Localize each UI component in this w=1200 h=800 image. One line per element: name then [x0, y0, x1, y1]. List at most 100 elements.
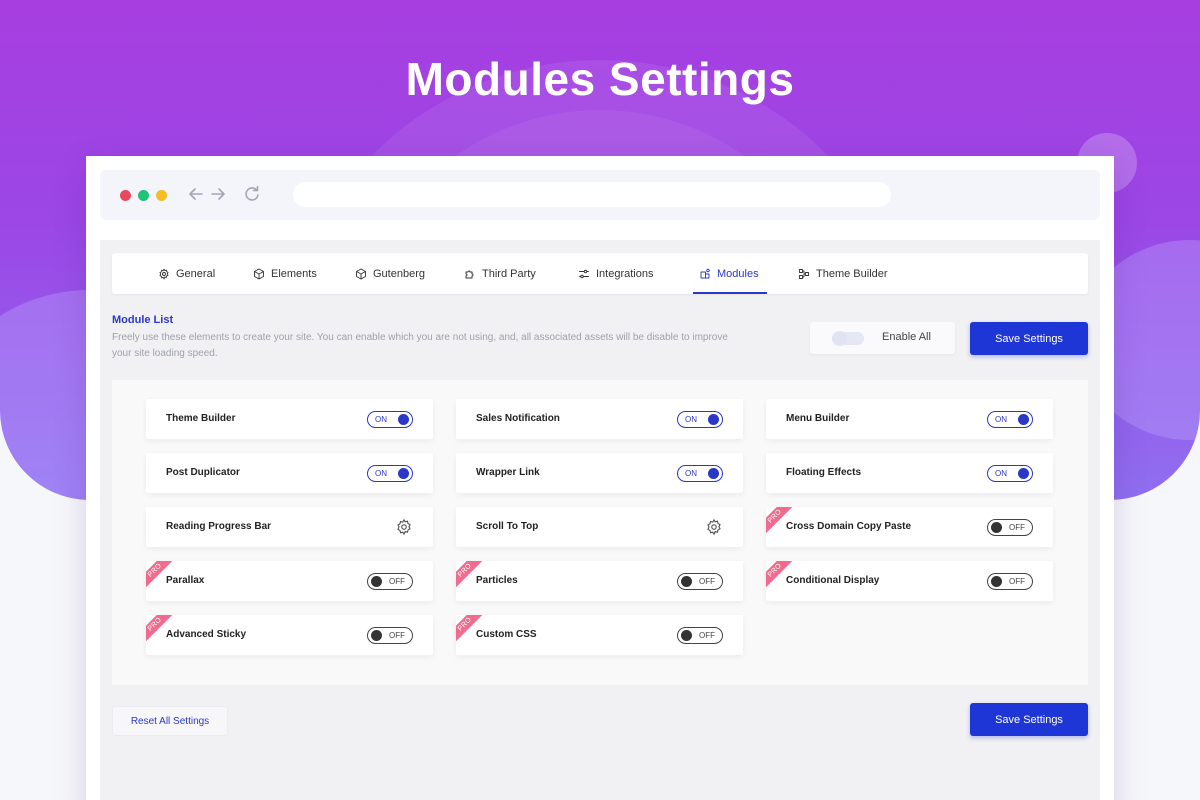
module-name: Advanced Sticky — [166, 629, 247, 640]
toggle-knob — [708, 414, 719, 425]
settings-tabs: General Elements Gutenberg Third Party I… — [112, 253, 1088, 294]
toggle-knob — [398, 414, 409, 425]
module-card-scroll-to-top: Scroll To Top — [456, 507, 743, 547]
forward-arrow-icon[interactable] — [208, 184, 228, 204]
reset-all-settings-button[interactable]: Reset All Settings — [112, 706, 228, 736]
module-name: Sales Notification — [476, 413, 560, 424]
toggle-knob — [991, 522, 1002, 533]
module-card-conditional-display: PRO Conditional Display OFF — [766, 561, 1053, 601]
flow-icon — [798, 268, 810, 280]
module-card-advanced-sticky: PRO Advanced Sticky OFF — [146, 615, 433, 655]
gear-icon[interactable] — [395, 518, 413, 536]
tab-label: Modules — [717, 267, 759, 280]
toggle-state: OFF — [699, 631, 715, 640]
toggle-state: ON — [375, 469, 387, 478]
toggle-state: OFF — [1009, 523, 1025, 532]
module-toggle[interactable]: ON — [987, 411, 1033, 428]
tab-third-party[interactable]: Third Party — [464, 253, 536, 294]
tab-theme-builder[interactable]: Theme Builder — [798, 253, 888, 294]
module-card-theme-builder: Theme Builder ON — [146, 399, 433, 439]
module-name: Reading Progress Bar — [166, 521, 272, 532]
module-card-sales-notification: Sales Notification ON — [456, 399, 743, 439]
module-name: Menu Builder — [786, 413, 850, 424]
module-toggle[interactable]: OFF — [367, 573, 413, 590]
maximize-window-dot[interactable] — [138, 190, 149, 201]
module-card-custom-css: PRO Custom CSS OFF — [456, 615, 743, 655]
module-toggle[interactable]: OFF — [987, 573, 1033, 590]
module-name: Scroll To Top — [476, 521, 539, 532]
toggle-state: ON — [685, 469, 697, 478]
module-toggle[interactable]: OFF — [367, 627, 413, 644]
save-settings-button[interactable]: Save Settings — [970, 322, 1088, 355]
back-arrow-icon[interactable] — [186, 184, 206, 204]
module-toggle[interactable]: ON — [987, 465, 1033, 482]
toggle-state: OFF — [1009, 577, 1025, 586]
module-name: Wrapper Link — [476, 467, 540, 478]
close-window-dot[interactable] — [120, 190, 131, 201]
browser-toolbar — [100, 170, 1100, 220]
module-card-cross-domain-copy-paste: PRO Cross Domain Copy Paste OFF — [766, 507, 1053, 547]
toggle-knob — [708, 468, 719, 479]
address-bar[interactable] — [293, 182, 891, 207]
settings-app: General Elements Gutenberg Third Party I… — [100, 240, 1100, 800]
module-card-wrapper-link: Wrapper Link ON — [456, 453, 743, 493]
toggle-state: ON — [995, 415, 1007, 424]
tab-general[interactable]: General — [158, 253, 215, 294]
module-toggle[interactable]: OFF — [987, 519, 1033, 536]
tab-label: Integrations — [596, 267, 654, 280]
toggle-state: ON — [685, 415, 697, 424]
module-card-reading-progress-bar: Reading Progress Bar — [146, 507, 433, 547]
save-settings-button-bottom[interactable]: Save Settings — [970, 703, 1088, 736]
toggle-state: OFF — [389, 631, 405, 640]
module-toggle[interactable]: ON — [677, 411, 723, 428]
toggle-state: OFF — [389, 577, 405, 586]
module-name: Custom CSS — [476, 629, 537, 640]
tab-elements[interactable]: Elements — [253, 253, 317, 294]
module-toggle[interactable]: OFF — [677, 573, 723, 590]
toggle-knob — [681, 630, 692, 641]
tab-integrations[interactable]: Integrations — [578, 253, 653, 294]
toggle-knob — [371, 630, 382, 641]
browser-window: General Elements Gutenberg Third Party I… — [86, 156, 1114, 800]
sliders-icon — [578, 268, 590, 280]
active-tab-indicator — [693, 292, 767, 294]
toggle-state: ON — [375, 415, 387, 424]
minimize-window-dot[interactable] — [156, 190, 167, 201]
toggle-knob — [1018, 468, 1029, 479]
module-toggle[interactable]: ON — [677, 465, 723, 482]
toggle-knob — [991, 576, 1002, 587]
enable-all-control[interactable]: Enable All — [810, 322, 955, 354]
tab-label: Elements — [271, 267, 317, 280]
cube-icon — [253, 268, 265, 280]
gear-icon[interactable] — [705, 518, 723, 536]
module-grid: Theme Builder ON Sales Notification ON M… — [112, 380, 1088, 685]
toggle-state: OFF — [699, 577, 715, 586]
module-toggle[interactable]: ON — [367, 465, 413, 482]
cube-icon — [355, 268, 367, 280]
tab-modules[interactable]: Modules — [693, 253, 767, 294]
module-list-description: Freely use these elements to create your… — [112, 332, 728, 359]
gear-icon — [158, 267, 170, 280]
toggle-knob — [398, 468, 409, 479]
enable-all-toggle[interactable] — [832, 331, 864, 346]
module-toggle[interactable]: ON — [367, 411, 413, 428]
module-name: Post Duplicator — [166, 467, 240, 478]
module-toggle[interactable]: OFF — [677, 627, 723, 644]
module-card-particles: PRO Particles OFF — [456, 561, 743, 601]
module-name: Theme Builder — [166, 413, 236, 424]
module-name: Conditional Display — [786, 575, 880, 586]
module-card-floating-effects: Floating Effects ON — [766, 453, 1053, 493]
module-name: Cross Domain Copy Paste — [786, 521, 912, 532]
enable-all-label: Enable All — [882, 331, 931, 343]
tab-gutenberg[interactable]: Gutenberg — [355, 253, 425, 294]
puzzle-icon — [464, 268, 476, 280]
toggle-knob — [1018, 414, 1029, 425]
module-card-post-duplicator: Post Duplicator ON — [146, 453, 433, 493]
modules-icon — [699, 268, 711, 280]
tab-label: General — [176, 267, 216, 280]
tab-label: Theme Builder — [816, 267, 888, 280]
module-card-menu-builder: Menu Builder ON — [766, 399, 1053, 439]
reload-icon[interactable] — [242, 184, 262, 204]
module-name: Particles — [476, 575, 518, 586]
toggle-state: ON — [995, 469, 1007, 478]
